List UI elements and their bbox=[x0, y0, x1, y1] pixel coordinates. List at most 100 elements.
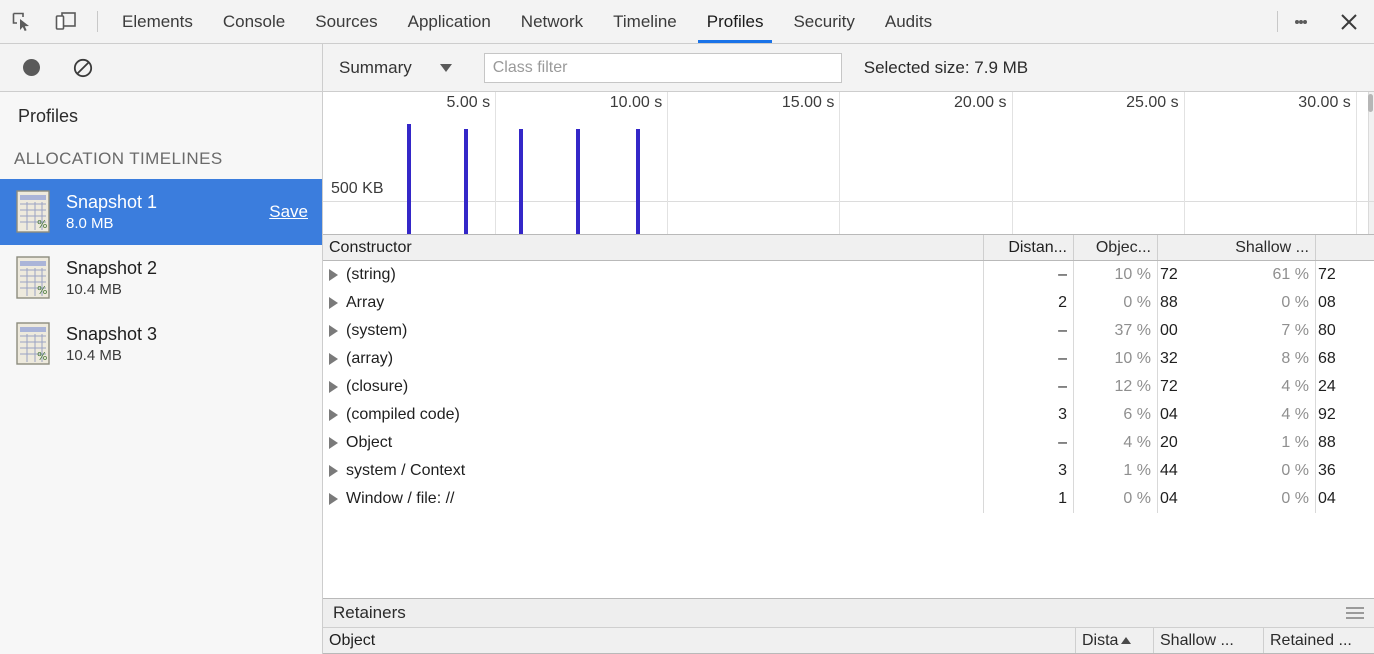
allocation-bar[interactable] bbox=[407, 124, 412, 234]
table-row[interactable]: (closure) – 12 % 72 4 % 247 % bbox=[323, 373, 1374, 401]
tab-sources[interactable]: Sources bbox=[300, 0, 392, 43]
cell-retained-size: 7261 % bbox=[1316, 261, 1374, 289]
profiles-toolbar-right: Summary Selected size: 7.9 MB bbox=[323, 44, 1374, 91]
timeline-scrollbar[interactable] bbox=[1368, 92, 1374, 234]
column-header-distance[interactable]: Distan... bbox=[984, 235, 1074, 260]
expand-triangle-icon[interactable] bbox=[329, 437, 338, 449]
column-header-constructor[interactable]: Constructor bbox=[323, 235, 984, 260]
cell-distance: 1 bbox=[984, 485, 1074, 513]
clear-all-icon[interactable] bbox=[66, 51, 100, 85]
cell-count: 00 bbox=[1160, 322, 1178, 339]
allocation-bar[interactable] bbox=[576, 129, 581, 234]
inspect-element-icon[interactable] bbox=[0, 0, 44, 43]
cell-percent: 0 % bbox=[1123, 490, 1151, 507]
column-label: Retained ... bbox=[1270, 631, 1352, 649]
table-row[interactable]: Window / file: // 1 0 % 04 0 % 041 % bbox=[323, 485, 1374, 513]
cell-percent: 6 % bbox=[1123, 406, 1151, 423]
tab-timeline[interactable]: Timeline bbox=[598, 0, 692, 43]
tab-profiles[interactable]: Profiles bbox=[692, 0, 779, 43]
timeline-x-gridline bbox=[839, 92, 841, 234]
table-row[interactable]: Array 2 0 % 88 0 % 0860 % bbox=[323, 289, 1374, 317]
view-mode-label: Summary bbox=[339, 57, 412, 77]
table-row[interactable]: (string)–10 %7261 %7261 % bbox=[323, 261, 1374, 289]
cell-retained-size: 927 % bbox=[1316, 401, 1374, 429]
column-header-retainer-retained[interactable]: Retained ... bbox=[1264, 628, 1374, 653]
cell-shallow-size: 32 8 % bbox=[1158, 345, 1316, 373]
expand-triangle-icon[interactable] bbox=[329, 297, 338, 309]
cell-retained-size: 363 % bbox=[1316, 457, 1374, 485]
tab-label: Profiles bbox=[706, 11, 764, 31]
cell-count: 80 bbox=[1318, 322, 1336, 339]
table-row[interactable]: (compiled code) 3 6 % 04 4 % 927 % bbox=[323, 401, 1374, 429]
cell-count: 04 bbox=[1318, 490, 1336, 507]
column-header-retainer-shallow[interactable]: Shallow ... bbox=[1154, 628, 1264, 653]
record-button-icon[interactable] bbox=[14, 51, 48, 85]
constructor-name: Object bbox=[346, 434, 393, 451]
timeline-scroll-thumb[interactable] bbox=[1368, 94, 1373, 112]
table-row[interactable]: (system) – 37 % 00 7 % 8016 % bbox=[323, 317, 1374, 345]
cell-constructor: (array) bbox=[323, 345, 984, 373]
retainers-title: Retainers bbox=[333, 603, 406, 622]
sidebar-item-snapshot-1[interactable]: % Snapshot 1 8.0 MB Save bbox=[0, 179, 322, 245]
cell-shallow-size: 88 0 % bbox=[1158, 289, 1316, 317]
tab-network[interactable]: Network bbox=[506, 0, 598, 43]
allocation-bar[interactable] bbox=[464, 129, 469, 234]
cell-count: 88 bbox=[1318, 434, 1336, 451]
cell-percent: 12 % bbox=[1114, 378, 1151, 395]
close-icon[interactable] bbox=[1324, 0, 1374, 43]
snapshot-name: Snapshot 1 bbox=[66, 192, 158, 213]
cell-objects-count: 10 % bbox=[1074, 261, 1158, 289]
device-toolbar-icon[interactable] bbox=[44, 0, 88, 43]
timeline-x-tick-label: 30.00 s bbox=[1298, 94, 1351, 111]
svg-text:%: % bbox=[37, 218, 47, 231]
table-row[interactable]: system / Context 3 1 % 44 0 % 363 % bbox=[323, 457, 1374, 485]
expand-triangle-icon[interactable] bbox=[329, 353, 338, 365]
table-row[interactable]: (array) – 10 % 32 8 % 6810 % bbox=[323, 345, 1374, 373]
cell-constructor: (system) bbox=[323, 317, 984, 345]
cell-count: 24 bbox=[1318, 378, 1336, 395]
tab-security[interactable]: Security bbox=[778, 0, 869, 43]
cell-shallow-size: 44 0 % bbox=[1158, 457, 1316, 485]
allocation-bar[interactable] bbox=[519, 129, 524, 234]
more-options-icon[interactable] bbox=[1278, 0, 1324, 43]
constructor-grid-header: Constructor Distan... Objec... Shallow .… bbox=[323, 235, 1374, 261]
tabbar-right-controls bbox=[1277, 0, 1374, 43]
profiles-main: 500 KB 5.00 s 10.00 s 15.00 s 20.00 s 25.00 s… bbox=[323, 92, 1374, 654]
view-mode-select[interactable]: Summary bbox=[339, 58, 460, 78]
cell-percent: 1 % bbox=[1123, 462, 1151, 479]
constructor-name: (closure) bbox=[346, 378, 409, 395]
expand-triangle-icon[interactable] bbox=[329, 493, 338, 505]
tab-audits[interactable]: Audits bbox=[870, 0, 947, 43]
column-label: Distan... bbox=[1008, 238, 1067, 256]
allocation-timeline-chart[interactable]: 500 KB 5.00 s 10.00 s 15.00 s 20.00 s 25.00 s… bbox=[323, 92, 1374, 235]
cell-count: 44 bbox=[1160, 462, 1178, 479]
constructor-grid-body[interactable]: (string)–10 %7261 %7261 %Array20 %880 %0… bbox=[323, 261, 1374, 598]
expand-triangle-icon[interactable] bbox=[329, 409, 338, 421]
cell-distance: – bbox=[984, 317, 1074, 345]
cell-objects-count: 12 % bbox=[1074, 373, 1158, 401]
tab-console[interactable]: Console bbox=[208, 0, 300, 43]
tab-elements[interactable]: Elements bbox=[107, 0, 208, 43]
expand-triangle-icon[interactable] bbox=[329, 465, 338, 477]
expand-triangle-icon[interactable] bbox=[329, 269, 338, 281]
sidebar-item-snapshot-2[interactable]: % Snapshot 2 10.4 MB bbox=[0, 245, 322, 311]
tab-application[interactable]: Application bbox=[393, 0, 506, 43]
column-header-shallow-size[interactable]: Shallow ... bbox=[1158, 235, 1316, 260]
timeline-x-tick-label: 20.00 s bbox=[954, 94, 1007, 111]
column-header-retainer-distance[interactable]: Dista bbox=[1076, 628, 1154, 653]
column-header-objects-count[interactable]: Objec... bbox=[1074, 235, 1158, 260]
column-header-retained-size[interactable]: Retained bbox=[1316, 235, 1374, 260]
column-header-object[interactable]: Object bbox=[323, 628, 1076, 653]
table-row[interactable]: Object – 4 % 20 1 % 884 % bbox=[323, 429, 1374, 457]
expand-triangle-icon[interactable] bbox=[329, 381, 338, 393]
class-filter-input[interactable] bbox=[483, 52, 842, 83]
allocation-bar[interactable] bbox=[636, 129, 641, 234]
save-snapshot-link[interactable]: Save bbox=[269, 202, 308, 222]
cell-shallow-size: 04 0 % bbox=[1158, 485, 1316, 513]
cell-constructor: (closure) bbox=[323, 373, 984, 401]
tab-label: Security bbox=[793, 11, 855, 31]
hamburger-menu-icon[interactable] bbox=[1346, 604, 1364, 622]
sidebar-item-snapshot-3[interactable]: % Snapshot 3 10.4 MB bbox=[0, 311, 322, 377]
cell-distance: 3 bbox=[984, 457, 1074, 485]
expand-triangle-icon[interactable] bbox=[329, 325, 338, 337]
